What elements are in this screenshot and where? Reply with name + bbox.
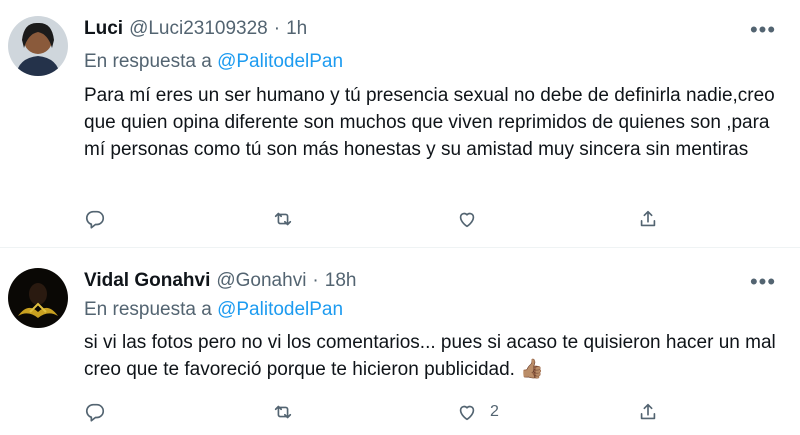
- reply-prefix: En respuesta a: [84, 299, 212, 320]
- reply-context: En respuesta a @PalitodelPan: [84, 299, 343, 321]
- more-icon[interactable]: •••: [748, 17, 778, 42]
- like-button[interactable]: [456, 205, 490, 233]
- separator-dot: ·: [273, 18, 281, 39]
- like-icon: [459, 212, 475, 228]
- avatar[interactable]: [8, 268, 68, 328]
- reply-icon: [85, 210, 105, 229]
- author-handle[interactable]: @Gonahvi: [216, 270, 306, 292]
- tweet-header: Luci @Luci23109328 · 1h: [84, 17, 307, 41]
- reply-prefix: En respuesta a: [84, 51, 212, 72]
- like-button[interactable]: 2: [456, 398, 499, 426]
- timestamp[interactable]: 1h: [286, 18, 307, 40]
- reply-button[interactable]: [84, 398, 106, 426]
- tweet-header: Vidal Gonahvi @Gonahvi · 18h: [84, 269, 356, 293]
- tweet-text: si vi las fotos pero no vi los comentari…: [84, 332, 776, 380]
- reply-icon: [85, 403, 105, 422]
- retweet-icon: [274, 405, 292, 419]
- author-name[interactable]: Vidal Gonahvi: [84, 270, 210, 292]
- retweet-button[interactable]: [272, 398, 294, 426]
- reply-handle-link[interactable]: @PalitodelPan: [217, 51, 343, 72]
- share-button[interactable]: [637, 205, 659, 233]
- more-icon[interactable]: •••: [748, 269, 778, 294]
- author-name[interactable]: Luci: [84, 18, 123, 40]
- author-handle[interactable]: @Luci23109328: [129, 18, 268, 40]
- share-button[interactable]: [637, 398, 659, 426]
- tweet-text: Para mí eres un ser humano y tú presenci…: [84, 85, 775, 160]
- reply-handle-link[interactable]: @PalitodelPan: [217, 299, 343, 320]
- reply-context: En respuesta a @PalitodelPan: [84, 51, 343, 73]
- like-count: 2: [490, 403, 499, 420]
- retweet-button[interactable]: [272, 205, 294, 233]
- timestamp[interactable]: 18h: [325, 270, 357, 292]
- avatar-image: [8, 268, 68, 328]
- separator-dot: ·: [312, 270, 319, 291]
- tweet-actions: 2: [84, 398, 684, 426]
- share-icon: [640, 403, 656, 420]
- share-icon: [640, 210, 656, 227]
- avatar-image: [8, 16, 68, 76]
- avatar[interactable]: [8, 16, 68, 76]
- retweet-icon: [274, 212, 292, 226]
- tweet-actions: [84, 205, 684, 233]
- like-icon: [459, 405, 475, 421]
- reply-button[interactable]: [84, 205, 106, 233]
